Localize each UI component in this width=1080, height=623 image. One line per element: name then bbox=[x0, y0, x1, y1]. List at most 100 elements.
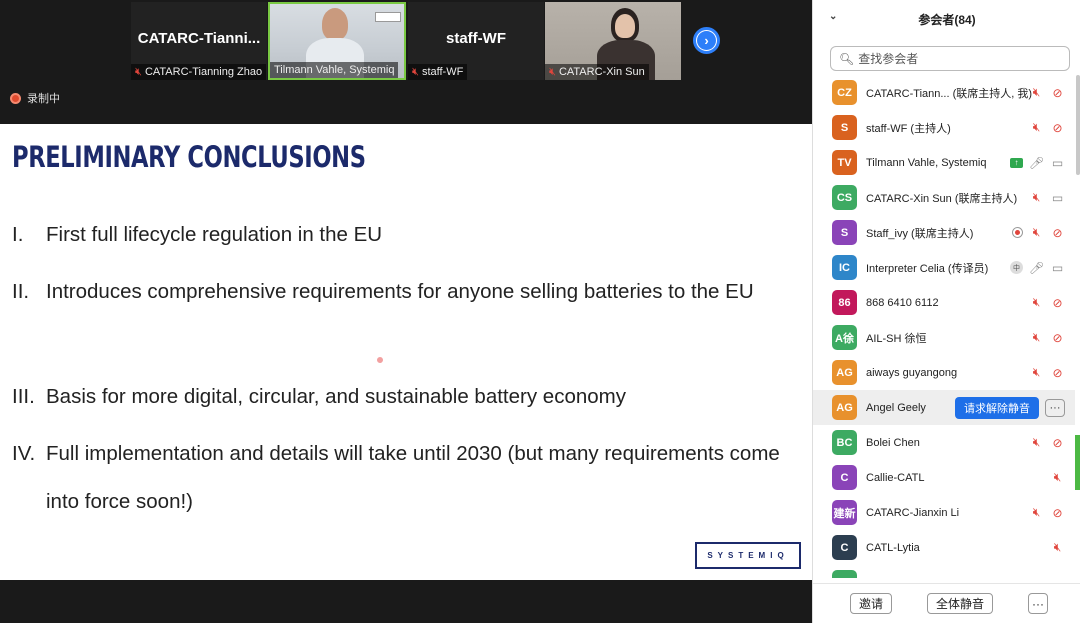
participant-row[interactable]: C CATL-Lytia 🔇︎ bbox=[813, 530, 1075, 565]
participant-row[interactable]: S staff-WF (主持人) 🔇︎ ⊘ bbox=[813, 110, 1075, 145]
avatar bbox=[832, 570, 857, 578]
participant-name: CATL-Lytia bbox=[866, 541, 920, 554]
participant-name: CATARC-Xin Sun (联席主持人) bbox=[866, 192, 1018, 205]
participant-name: Angel Geely bbox=[866, 401, 926, 414]
participant-row-hovered[interactable]: AG Angel Geely 请求解除静音 ··· bbox=[813, 390, 1075, 425]
point-number: IV. bbox=[12, 442, 36, 465]
bottom-bar bbox=[0, 580, 812, 623]
avatar: AG bbox=[832, 395, 857, 420]
tile-label: 🔇︎ CATARC-Tianning Zhao bbox=[131, 64, 267, 80]
participant-row[interactable]: IC Interpreter Celia (传译员) 中 🎤︎ ▭ bbox=[813, 250, 1075, 285]
mic-muted-icon[interactable]: 🔇︎ bbox=[1050, 470, 1065, 485]
mic-muted-icon[interactable]: 🔇︎ bbox=[1050, 540, 1065, 555]
participant-row[interactable]: AG aiways guyangong 🔇︎ ⊘ bbox=[813, 355, 1075, 390]
video-off-icon[interactable]: ⊘ bbox=[1050, 505, 1065, 520]
mic-muted-icon[interactable]: 🔇︎ bbox=[1029, 505, 1044, 520]
participant-row[interactable]: A徐 AIL-SH 徐恒 🔇︎ ⊘ bbox=[813, 320, 1075, 355]
participant-row[interactable]: TV Tilmann Vahle, Systemiq ↑ 🎤︎ ▭ bbox=[813, 145, 1075, 180]
mic-off-icon: 🔇︎ bbox=[412, 65, 419, 78]
request-unmute-button[interactable]: 请求解除静音 bbox=[955, 396, 1039, 419]
search-box[interactable]: 🔍︎ bbox=[830, 46, 1070, 71]
video-off-icon[interactable]: ⊘ bbox=[1050, 365, 1065, 380]
video-off-icon[interactable]: ⊘ bbox=[1050, 435, 1065, 450]
video-tile[interactable]: 🔇︎ CATARC-Xin Sun bbox=[545, 2, 681, 80]
mute-all-button[interactable]: 全体静音 bbox=[927, 593, 993, 614]
video-off-icon[interactable]: ⊘ bbox=[1050, 225, 1065, 240]
recording-icon bbox=[1012, 227, 1023, 238]
video-camera-icon[interactable]: ▭ bbox=[1050, 155, 1065, 170]
participant-status-icons: 中 🎤︎ ▭ bbox=[1010, 260, 1065, 275]
tile-label-text: staff-WF bbox=[421, 66, 464, 78]
point-text: Introduces comprehensive requirements fo… bbox=[46, 280, 754, 303]
invite-button[interactable]: 邀请 bbox=[850, 593, 892, 614]
mic-muted-icon[interactable]: 🔇︎ bbox=[1029, 225, 1044, 240]
participant-status-icons: 🔇︎ ⊘ bbox=[1029, 85, 1065, 100]
tile-label: Tilmann Vahle, Systemiq bbox=[270, 62, 399, 78]
mic-muted-icon[interactable]: 🔇︎ bbox=[1029, 85, 1044, 100]
avatar: CZ bbox=[832, 80, 857, 105]
tile-label: 🔇︎ staff-WF bbox=[408, 64, 468, 80]
mic-muted-icon[interactable]: 🔇︎ bbox=[1029, 190, 1044, 205]
tile-display-name: staff-WF bbox=[446, 30, 506, 47]
participant-list: CZ CATARC-Tiann... (联席主持人, 我) 🔇︎ ⊘ S sta… bbox=[813, 75, 1075, 578]
video-tile-active-speaker[interactable]: Tilmann Vahle, Systemiq bbox=[268, 2, 406, 80]
next-page-button[interactable]: › bbox=[693, 27, 720, 54]
wall-sign bbox=[375, 12, 401, 22]
microphone-icon[interactable]: 🎤︎ bbox=[1029, 260, 1044, 275]
more-options-button[interactable]: ··· bbox=[1028, 593, 1048, 614]
mic-muted-icon[interactable]: 🔇︎ bbox=[1029, 295, 1044, 310]
screen-share-icon: ↑ bbox=[1010, 157, 1023, 168]
video-off-icon[interactable]: ⊘ bbox=[1050, 330, 1065, 345]
participant-row[interactable]: CZ CATARC-Tiann... (联席主持人, 我) 🔇︎ ⊘ bbox=[813, 75, 1075, 110]
mic-muted-icon[interactable]: 🔇︎ bbox=[1029, 330, 1044, 345]
point-text: Full implementation and details will tak… bbox=[46, 442, 780, 513]
participant-row[interactable]: BC Bolei Chen 🔇︎ ⊘ bbox=[813, 425, 1075, 460]
mic-off-icon: 🔇︎ bbox=[135, 65, 142, 78]
point-number: I. bbox=[12, 223, 24, 246]
participant-row[interactable]: 86 868 6410 6112 🔇︎ ⊘ bbox=[813, 285, 1075, 320]
participant-status-icons: 🔇︎ ⊘ bbox=[1029, 295, 1065, 310]
mic-muted-icon[interactable]: 🔇︎ bbox=[1029, 365, 1044, 380]
microphone-icon[interactable]: 🎤︎ bbox=[1029, 155, 1044, 170]
participant-name: 868 6410 6112 bbox=[866, 296, 939, 309]
mic-muted-icon[interactable]: 🔇︎ bbox=[1029, 435, 1044, 450]
video-camera-icon[interactable]: ▭ bbox=[1050, 190, 1065, 205]
participant-row[interactable]: CS CATARC-Xin Sun (联席主持人) 🔇︎ ▭ bbox=[813, 180, 1075, 215]
video-camera-icon[interactable]: ▭ bbox=[1050, 260, 1065, 275]
participant-name: staff-WF (主持人) bbox=[866, 122, 951, 135]
more-options-button[interactable]: ··· bbox=[1045, 398, 1065, 417]
video-off-icon[interactable]: ⊘ bbox=[1050, 295, 1065, 310]
mic-muted-icon[interactable]: 🔇︎ bbox=[1029, 120, 1044, 135]
video-tile[interactable]: CATARC-Tianni... 🔇︎ CATARC-Tianning Zhao bbox=[131, 2, 267, 80]
participant-row[interactable]: S Staff_ivy (联席主持人) 🔇︎ ⊘ bbox=[813, 215, 1075, 250]
avatar: 建新 bbox=[832, 500, 857, 525]
video-off-icon[interactable]: ⊘ bbox=[1050, 85, 1065, 100]
point-text: Basis for more digital, circular, and su… bbox=[46, 385, 626, 408]
participant-status-icons: 🔇︎ ⊘ bbox=[1012, 225, 1065, 240]
slide-title: PRELIMINARY CONCLUSIONS bbox=[12, 140, 366, 174]
tile-label: 🔇︎ CATARC-Xin Sun bbox=[545, 64, 649, 80]
avatar: A徐 bbox=[832, 325, 857, 350]
list-scrollbar[interactable] bbox=[1076, 75, 1080, 175]
point-text: First full lifecycle regulation in the E… bbox=[46, 223, 383, 246]
participant-row[interactable]: C Callie-CATL 🔇︎ bbox=[813, 460, 1075, 495]
avatar: AG bbox=[832, 360, 857, 385]
participant-status-icons: 🔇︎ bbox=[1050, 470, 1065, 485]
panel-header: ⌄ 参会者(84) bbox=[813, 0, 1080, 38]
video-tile[interactable]: staff-WF 🔇︎ staff-WF bbox=[408, 2, 544, 80]
panel-title: 参会者(84) bbox=[918, 12, 976, 27]
search-input[interactable] bbox=[858, 51, 1059, 66]
avatar: IC bbox=[832, 255, 857, 280]
participant-name: AIL-SH 徐恒 bbox=[866, 332, 927, 345]
recording-indicator[interactable]: 录制中 bbox=[10, 90, 60, 106]
participant-row-partial[interactable] bbox=[813, 565, 1075, 578]
chevron-down-icon[interactable]: ⌄ bbox=[829, 11, 837, 22]
recording-label: 录制中 bbox=[27, 93, 60, 105]
avatar: S bbox=[832, 220, 857, 245]
participant-name: CATARC-Tiann... (联席主持人, 我) bbox=[866, 87, 1033, 100]
participant-row[interactable]: 建新 CATARC-Jianxin Li 🔇︎ ⊘ bbox=[813, 495, 1075, 530]
video-off-icon[interactable]: ⊘ bbox=[1050, 120, 1065, 135]
participant-name: Callie-CATL bbox=[866, 471, 925, 484]
person-head bbox=[615, 14, 635, 38]
avatar: 86 bbox=[832, 290, 857, 315]
